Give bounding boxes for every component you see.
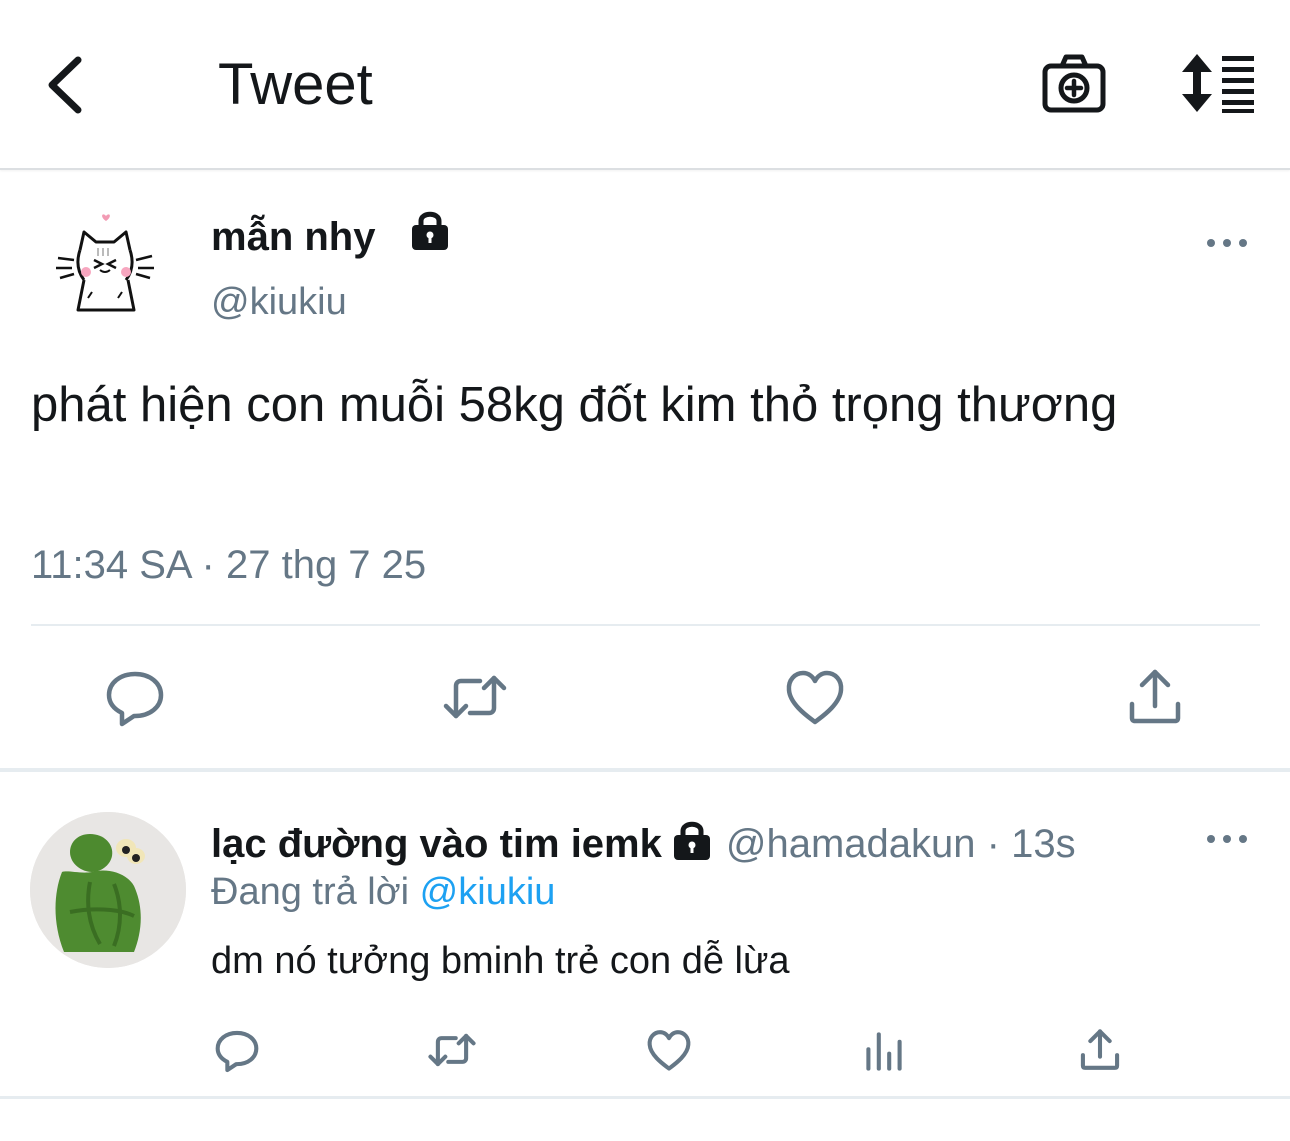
back-button[interactable]	[40, 50, 96, 120]
analytics-icon	[866, 1032, 902, 1071]
replying-to-mention[interactable]: @kiukiu	[420, 871, 556, 913]
reply-separator: ·	[986, 822, 1000, 866]
reply-reply-button[interactable]	[211, 1024, 263, 1076]
frog-plush-avatar	[30, 812, 186, 968]
author-handle[interactable]: @kiukiu	[211, 278, 347, 326]
more-horizontal-icon	[1207, 239, 1247, 247]
reply-author-handle[interactable]: @hamadakun	[726, 822, 976, 866]
tweet-time: 11:34 SA	[31, 543, 191, 587]
section-separator	[0, 768, 1290, 772]
reply-like-button[interactable]	[643, 1024, 695, 1076]
retweet-icon	[428, 1033, 476, 1067]
divider	[31, 624, 1260, 626]
reply-avatar[interactable]	[30, 812, 186, 968]
like-button[interactable]	[780, 662, 850, 732]
like-icon	[786, 670, 844, 725]
reply-analytics-button[interactable]	[858, 1024, 910, 1076]
more-options-button[interactable]	[1205, 232, 1249, 254]
sort-list-icon	[1182, 54, 1254, 113]
reply-author-name[interactable]: lạc đường vào tim iemk	[211, 822, 662, 866]
lock-icon	[672, 819, 712, 861]
reply-header: lạc đường vào tim iemk @hamadakun · 13s	[211, 818, 1076, 870]
reply-button[interactable]	[100, 662, 170, 732]
reply-time: 13s	[1011, 822, 1076, 866]
retweet-button[interactable]	[440, 662, 510, 732]
lock-icon	[410, 209, 450, 251]
replying-to-label: Đang trả lời	[211, 871, 410, 913]
replying-to: Đang trả lời @kiukiu	[211, 868, 555, 916]
sort-button[interactable]	[1180, 52, 1258, 114]
tweet-date: 27 thg 7 25	[225, 543, 427, 587]
reply-more-options-button[interactable]	[1205, 828, 1249, 850]
meta-separator: ·	[201, 543, 215, 587]
retweet-icon	[443, 675, 507, 719]
back-arrow-icon	[48, 56, 82, 114]
tweet-text: phát hiện con muỗi 58kg đốt kim thỏ trọn…	[31, 378, 1118, 432]
share-icon	[1080, 1029, 1120, 1070]
page-title: Tweet	[218, 52, 373, 117]
cat-doodle-avatar	[56, 214, 154, 312]
reply-icon	[215, 1030, 259, 1073]
reply-share-button[interactable]	[1074, 1024, 1126, 1076]
camera-button[interactable]	[1040, 52, 1108, 116]
reply-icon	[106, 671, 164, 727]
camera-plus-icon	[1042, 54, 1106, 113]
divider	[0, 1096, 1290, 1099]
avatar[interactable]	[50, 210, 160, 320]
share-button[interactable]	[1120, 662, 1190, 732]
more-horizontal-icon	[1207, 835, 1247, 843]
tweet-timestamp[interactable]: 11:34 SA · 27 thg 7 25	[31, 540, 426, 590]
reply-text: dm nó tưởng bminh trẻ con dễ lừa	[211, 940, 790, 982]
author-name[interactable]: mẫn nhy	[211, 212, 375, 262]
share-icon	[1129, 669, 1181, 724]
reply-retweet-button[interactable]	[426, 1024, 478, 1076]
like-icon	[647, 1030, 691, 1071]
